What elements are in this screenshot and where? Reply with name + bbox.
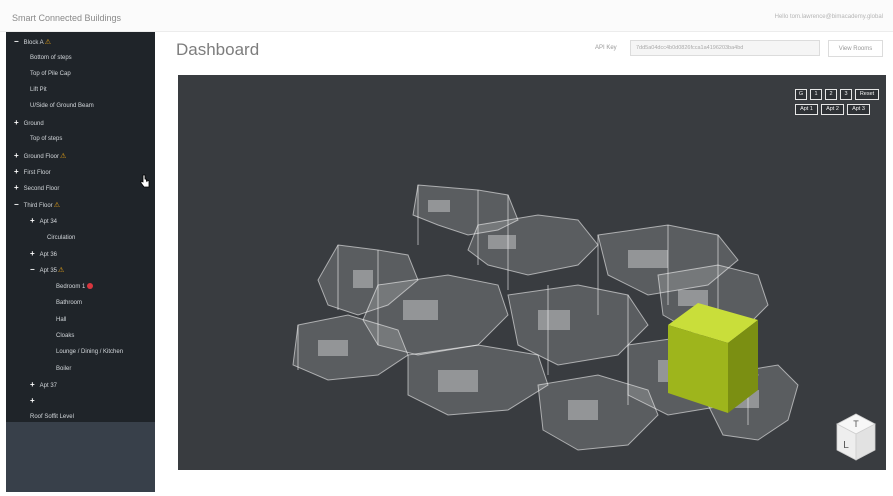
tree-item-label: Block A	[23, 40, 44, 46]
tree-item-label: Ground	[23, 121, 44, 127]
tree-item-label: Bedroom 1	[56, 284, 86, 290]
tree-item-label: Lounge / Dining / Kitchen	[56, 349, 124, 355]
tree-item[interactable]: − Block A⚠	[14, 35, 51, 49]
warning-triangle-icon: ⚠	[53, 202, 60, 209]
tree-item[interactable]: Lift Pit	[30, 83, 47, 97]
building-model[interactable]	[178, 75, 886, 470]
plus-icon[interactable]: +	[14, 183, 19, 192]
plus-icon[interactable]: +	[14, 118, 19, 127]
tree-item-label: Apt 37	[39, 383, 58, 389]
api-key-label: API Key	[595, 45, 617, 51]
top-bar: Smart Connected Buildings Hello tom.lawr…	[0, 0, 893, 32]
tree-item-label: Apt 34	[39, 219, 58, 225]
plus-icon[interactable]: +	[30, 396, 35, 405]
tree-item-label: Bottom of steps	[30, 55, 72, 61]
tree-item-label: Circulation	[47, 235, 76, 241]
tree-item[interactable]: + Second Floor	[14, 181, 59, 195]
tree-item[interactable]: − Third Floor⚠	[14, 198, 60, 212]
tree-item[interactable]: Bedroom 1	[56, 280, 94, 294]
viewcube[interactable]: T L	[835, 412, 877, 462]
apartment-button[interactable]: Apt 3	[847, 104, 870, 115]
app-title: Smart Connected Buildings	[12, 13, 122, 23]
minus-icon[interactable]: −	[14, 37, 19, 46]
tree-item[interactable]: + Apt 34	[30, 214, 57, 228]
warning-triangle-icon: ⚠	[44, 39, 51, 46]
tree-item-label: Ground Floor	[23, 154, 60, 160]
warning-triangle-icon: ⚠	[60, 153, 67, 160]
minus-icon[interactable]: −	[14, 200, 19, 209]
tree-item-label: Bathroom	[56, 300, 83, 306]
tree-item-label: Boiler	[56, 366, 72, 372]
tree-item-label: Second Floor	[23, 186, 60, 192]
tree-item[interactable]: + Ground Floor⚠	[14, 149, 66, 163]
tree-item[interactable]: Lounge / Dining / Kitchen	[56, 345, 123, 359]
tree-item[interactable]: U/Side of Ground Beam	[30, 99, 94, 113]
tree-item[interactable]: + Apt 37	[30, 378, 57, 392]
error-dot-icon	[87, 283, 94, 290]
tree-item[interactable]: Hall	[56, 313, 66, 327]
floor-button[interactable]: 2	[825, 89, 837, 100]
viewcube-left-face: L	[843, 440, 849, 451]
tree-item[interactable]: Circulation	[47, 231, 75, 245]
model-viewer[interactable]: G 1 2 3 Reset Apt 1 Apt 2 Apt 3	[178, 75, 886, 470]
tree-item[interactable]: + Apt 36	[30, 247, 57, 261]
floor-button[interactable]: Reset	[855, 89, 879, 100]
tree-item[interactable]: Bottom of steps	[30, 51, 72, 65]
api-key-input[interactable]	[630, 40, 820, 56]
apartment-button[interactable]: Apt 2	[821, 104, 844, 115]
tree-item[interactable]: + First Floor	[14, 165, 51, 179]
view-rooms-button[interactable]: View Rooms	[828, 40, 883, 57]
minus-icon[interactable]: −	[30, 265, 35, 274]
tree-item-label: Third Floor	[23, 203, 53, 209]
tree-item[interactable]: Roof Soffit Level	[30, 410, 74, 424]
floor-button[interactable]: 3	[840, 89, 852, 100]
warning-triangle-icon: ⚠	[58, 267, 65, 274]
plus-icon[interactable]: +	[14, 167, 19, 176]
apartment-button[interactable]: Apt 1	[795, 104, 818, 115]
floor-button[interactable]: 1	[810, 89, 822, 100]
tree-item[interactable]: Boiler	[56, 362, 71, 376]
tree-item-label: Hall	[56, 317, 67, 323]
tree-item[interactable]: +	[30, 394, 40, 408]
tree-item-label: Apt 35	[39, 268, 58, 274]
tree-item-label: First Floor	[23, 170, 51, 176]
page-title: Dashboard	[176, 40, 260, 59]
viewcube-top-face: T	[853, 419, 859, 429]
plus-icon[interactable]: +	[30, 249, 35, 258]
tree-item-label: Top of Pile Cap	[30, 71, 71, 77]
tree-item-label: Cloaks	[56, 333, 75, 339]
plus-icon[interactable]: +	[30, 216, 35, 225]
tree-item-label: Apt 36	[39, 252, 58, 258]
plus-icon[interactable]: +	[30, 380, 35, 389]
building-tree: − Block A⚠ Bottom of steps Top of Pile Cap L…	[6, 32, 155, 422]
highlighted-room[interactable]	[668, 303, 758, 413]
tree-item[interactable]: − Apt 35⚠	[30, 263, 64, 277]
tree-item[interactable]: Bathroom	[56, 296, 82, 310]
hand-cursor-icon	[140, 174, 150, 188]
tree-item-label: Top of steps	[30, 136, 63, 142]
tree-item[interactable]: Cloaks	[56, 329, 74, 343]
tree-item-label: U/Side of Ground Beam	[30, 103, 94, 109]
tree-item[interactable]: Top of Pile Cap	[30, 67, 71, 81]
floor-button[interactable]: G	[795, 89, 807, 100]
tree-item-label: Roof Soffit Level	[30, 414, 74, 420]
plus-icon[interactable]: +	[14, 151, 19, 160]
tree-item-label: Lift Pit	[30, 87, 47, 93]
tree-item[interactable]: Top of steps	[30, 132, 62, 146]
user-greeting[interactable]: Hello tom.lawrence@bimacademy.global	[775, 14, 883, 20]
tree-item[interactable]: + Ground	[14, 116, 44, 130]
